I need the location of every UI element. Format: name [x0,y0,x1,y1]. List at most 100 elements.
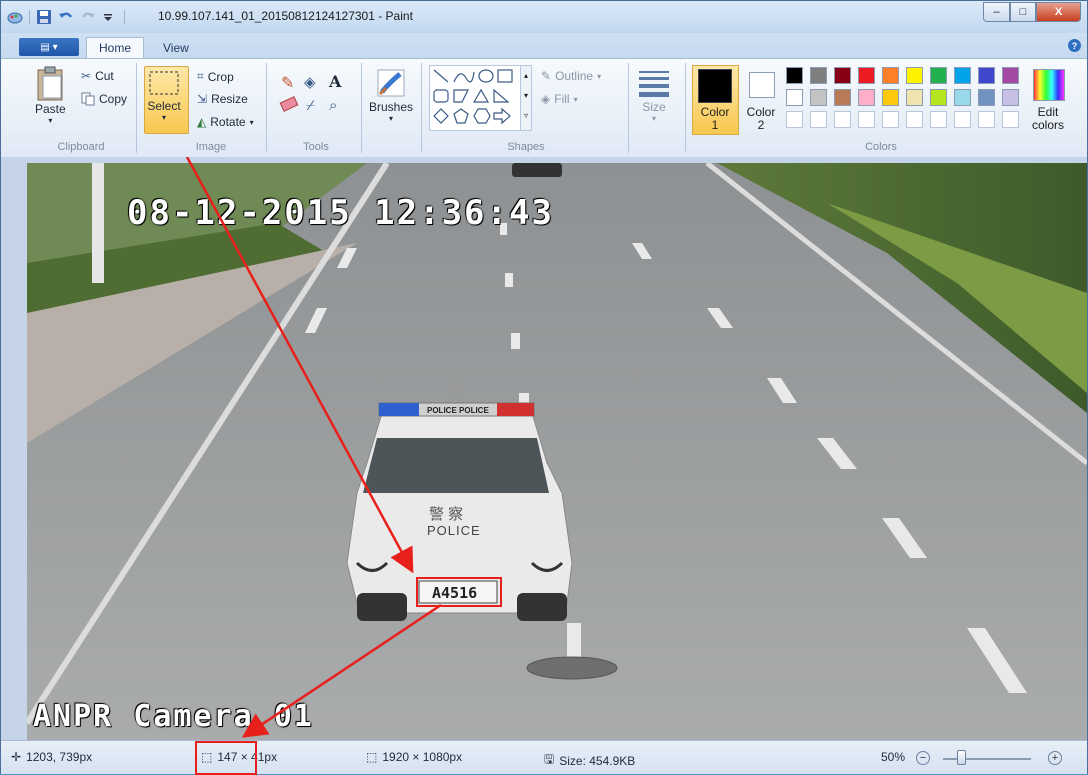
color-swatch[interactable] [930,111,947,128]
disk-icon: 🖫 [544,752,555,766]
redo-icon[interactable] [80,9,96,25]
fill-button[interactable]: ◈ Fill ▾ [541,92,578,106]
minimize-button[interactable]: – [983,2,1010,22]
color-swatch[interactable] [810,67,827,84]
tab-view[interactable]: View [151,37,201,58]
color-swatch[interactable] [978,67,995,84]
outline-label: Outline [555,69,594,83]
color-swatch[interactable] [1002,67,1019,84]
color-swatch[interactable] [954,67,971,84]
shapes-group-label: Shapes [507,141,545,153]
color-swatch[interactable] [906,89,923,106]
size-button[interactable]: Size ▾ [637,66,671,123]
undo-icon[interactable] [58,9,74,25]
fill-bucket-icon: ◈ [304,74,316,91]
paste-button[interactable]: Paste ▾ [35,66,66,125]
rotate-button[interactable]: ◭ Rotate ▾ [197,115,254,129]
color-swatch[interactable] [858,111,875,128]
maximize-button[interactable]: □ [1010,2,1036,22]
color-swatch[interactable] [834,111,851,128]
size-lines-icon [639,71,669,97]
copy-icon [81,92,95,106]
outline-dropdown-icon: ▾ [597,71,602,81]
color-swatch[interactable] [930,67,947,84]
color-swatch[interactable] [786,111,803,128]
separator [421,63,422,153]
eraser-icon [279,96,299,112]
crosshair-icon: ✛ [11,750,22,764]
cut-button[interactable]: ✂ Cut [81,69,114,83]
quick-access-toolbar [7,7,125,27]
color-swatch[interactable] [882,111,899,128]
save-icon[interactable] [36,9,52,25]
color-swatch[interactable] [882,89,899,106]
close-button[interactable]: X [1036,2,1081,22]
tab-home[interactable]: Home [86,37,145,58]
image-size-icon: ⬚ [366,750,378,764]
color-swatch[interactable] [954,111,971,128]
fill-icon: ◈ [541,92,551,106]
separator [136,63,137,153]
edit-colors-icon[interactable] [1033,69,1065,101]
color-swatch[interactable] [810,111,827,128]
zoom-level: 50% [881,750,906,764]
help-icon[interactable]: ? [1068,39,1081,52]
color-swatch[interactable] [954,89,971,106]
pencil-tool[interactable]: ✎ [281,73,294,93]
magnifier-tool[interactable]: ⌕ [329,97,337,114]
outline-button[interactable]: ✎ Outline ▾ [541,69,601,83]
color-swatch[interactable] [786,67,803,84]
rotate-dropdown-icon: ▾ [249,117,254,127]
color-swatch[interactable] [906,67,923,84]
customize-qat-icon[interactable] [102,9,118,25]
fill-tool[interactable]: ◈ [304,73,316,91]
color-swatch[interactable] [1002,111,1019,128]
eraser-tool[interactable] [279,96,299,112]
cursor-position: ✛ 1203, 739px [11,750,92,764]
zoom-out-button[interactable]: − [916,751,930,765]
tools-group-label: Tools [303,141,329,153]
window-title: 10.99.107.141_01_20150812124127301 - Pai… [158,9,413,23]
color-swatch[interactable] [810,89,827,106]
paint-menu-button[interactable]: ▤ ▾ [19,38,79,56]
separator [266,63,267,153]
zoom-in-button[interactable]: + [1048,751,1062,765]
image-group-label: Image [195,141,227,153]
brush-icon [377,69,405,97]
brushes-label: Brushes [369,100,414,114]
scissors-icon: ✂ [81,69,92,83]
crop-button[interactable]: ⌗ Crop [197,69,234,84]
shapes-scroll[interactable]: ▴ ▾ ▿ [520,65,532,131]
copy-button[interactable]: Copy [81,92,127,106]
edit-colors-label[interactable]: Edit colors [1025,106,1071,132]
color1-label: Color 1 [700,105,730,132]
color-swatch[interactable] [834,89,851,106]
color2-swatch[interactable] [749,72,775,98]
color-swatch[interactable] [978,111,995,128]
fill-label: Fill [554,92,570,106]
shapes-gallery[interactable] [429,65,521,131]
separator [685,63,686,153]
color-swatch[interactable] [978,89,995,106]
color-swatch[interactable] [786,89,803,106]
color-picker-tool[interactable]: ⌿ [306,97,315,114]
color-swatch[interactable] [906,111,923,128]
zoom-slider-thumb[interactable] [957,750,966,765]
color-swatch[interactable] [882,67,899,84]
color-swatch[interactable] [858,67,875,84]
annotation-arrows [185,157,442,738]
copy-label: Copy [99,92,128,106]
status-bar: ✛ 1203, 739px ⬚ 147 × 41px ⬚ 1920 × 1080… [1,740,1087,775]
color-swatch[interactable] [858,89,875,106]
color-swatch[interactable] [930,89,947,106]
color-swatch[interactable] [834,67,851,84]
brushes-button[interactable]: Brushes ▾ [369,66,413,123]
crop-label: Crop [207,69,234,84]
paint-app-icon[interactable] [7,9,23,25]
magnifier-icon: ⌕ [329,97,338,114]
shapes-icons [433,69,513,125]
text-tool[interactable]: A [329,72,341,91]
color-swatch[interactable] [1002,89,1019,106]
resize-button[interactable]: ⇲ Resize [197,92,248,106]
select-label: Select [147,99,181,113]
